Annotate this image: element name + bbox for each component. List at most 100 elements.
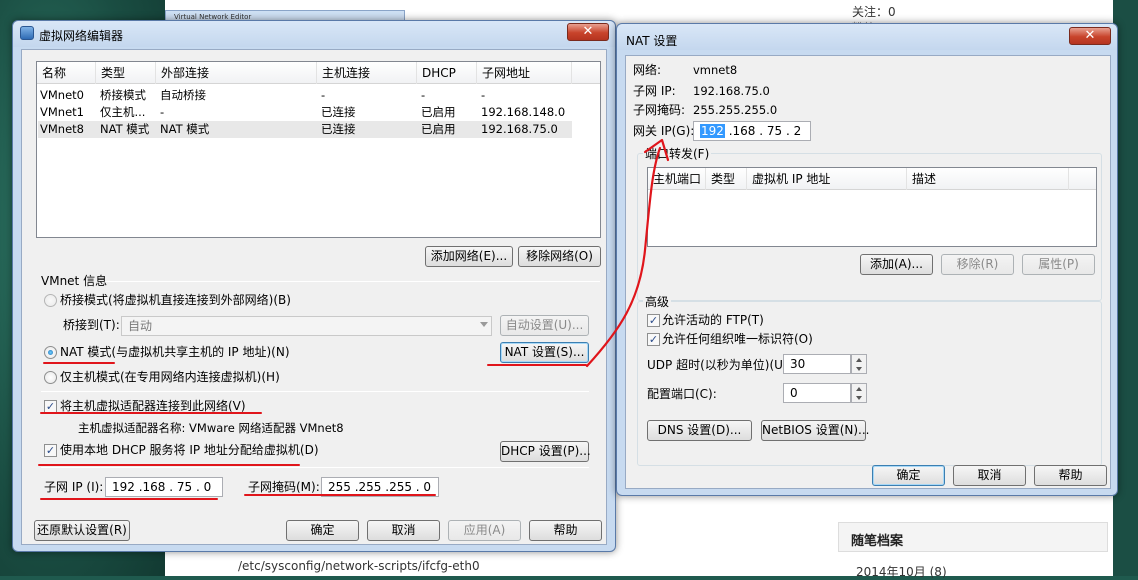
gateway-ip-rest: .168 . 75 . 2 bbox=[724, 124, 802, 138]
vmware-network-icon bbox=[20, 26, 34, 40]
nat-mode-label[interactable]: NAT 模式(与虚拟机共享主机的 IP 地址)(N) bbox=[60, 344, 290, 360]
dns-settings-button[interactable]: DNS 设置(D)... bbox=[647, 420, 752, 441]
auto-settings-button[interactable]: 自动设置(U)... bbox=[500, 315, 589, 336]
pf-add-button[interactable]: 添加(A)... bbox=[860, 254, 933, 275]
col-dhcp[interactable]: DHCP bbox=[417, 62, 477, 84]
vne-titlebar[interactable]: 虚拟网络编辑器 ✕ bbox=[13, 21, 615, 47]
remove-network-button[interactable]: 移除网络(O) bbox=[518, 246, 601, 267]
archive-link[interactable]: 2014年10月 (8) bbox=[856, 563, 947, 580]
annotation-underline-nat-settings bbox=[487, 364, 587, 366]
restore-defaults-button[interactable]: 还原默认设置(R) bbox=[34, 520, 130, 541]
host-only-radio[interactable] bbox=[44, 371, 57, 384]
dhcp-settings-button[interactable]: DHCP 设置(P)... bbox=[500, 441, 591, 462]
archive-box: 随笔档案 bbox=[838, 522, 1108, 552]
advanced-title: 高级 bbox=[643, 294, 672, 310]
table-row[interactable]: VMnet0 桥接模式 自动桥接 - - - bbox=[38, 87, 599, 104]
cell-name: VMnet8 bbox=[40, 122, 84, 136]
gateway-ip-field[interactable]: 192 .168 . 75 . 2 bbox=[693, 121, 811, 141]
nat-subnet-ip-label: 子网 IP: bbox=[633, 84, 676, 98]
use-dhcp-label[interactable]: 使用本地 DHCP 服务将 IP 地址分配给虚拟机(D) bbox=[60, 442, 319, 458]
annotation-underline-nat-mode bbox=[43, 362, 115, 364]
nat-settings-window: NAT 设置 ✕ 网络: vmnet8 子网 IP: 192.168.75.0 … bbox=[616, 23, 1118, 496]
help-button[interactable]: 帮助 bbox=[529, 520, 602, 541]
col-type[interactable]: 类型 bbox=[96, 62, 156, 84]
add-network-button[interactable]: 添加网络(E)... bbox=[425, 246, 513, 267]
col-vm-ip[interactable]: 虚拟机 IP 地址 bbox=[747, 168, 907, 190]
cell-type: 桥接模式 bbox=[100, 88, 146, 102]
vne-close-button[interactable]: ✕ bbox=[567, 23, 609, 41]
table-row[interactable]: VMnet1 仅主机... - 已连接 已启用 192.168.148.0 bbox=[38, 104, 599, 121]
udp-timeout-field[interactable]: 30 bbox=[783, 354, 851, 374]
config-port-field[interactable]: 0 bbox=[783, 383, 851, 403]
cell-subnet: - bbox=[481, 88, 486, 102]
nat-help-button[interactable]: 帮助 bbox=[1034, 465, 1107, 486]
network-list-header: 名称 类型 外部连接 主机连接 DHCP 子网地址 bbox=[37, 62, 600, 84]
bridge-mode-label[interactable]: 桥接模式(将虚拟机直接连接到外部网络)(B) bbox=[60, 292, 291, 308]
nat-close-button[interactable]: ✕ bbox=[1069, 27, 1111, 45]
udp-timeout-label: UDP 超时(以秒为单位)(U): bbox=[647, 358, 792, 372]
cell-dhcp: - bbox=[421, 88, 426, 102]
network-value: vmnet8 bbox=[693, 63, 738, 77]
network-list[interactable]: 名称 类型 外部连接 主机连接 DHCP 子网地址 VMnet0 桥接模式 自动… bbox=[36, 61, 601, 238]
port-forwarding-list[interactable]: 主机端口 类型 虚拟机 IP 地址 描述 bbox=[647, 167, 1097, 247]
cell-name: VMnet1 bbox=[40, 105, 84, 119]
file-path-text: /etc/sysconfig/network-scripts/ifcfg-eth… bbox=[238, 559, 480, 573]
pf-remove-button[interactable]: 移除(R) bbox=[941, 254, 1014, 275]
network-label: 网络: bbox=[633, 63, 662, 77]
cell-subnet: 192.168.148.0 bbox=[481, 105, 566, 119]
cancel-button[interactable]: 取消 bbox=[367, 520, 440, 541]
nat-subnet-mask-value: 255.255.255.0 bbox=[693, 103, 778, 117]
allow-oui-checkbox[interactable]: ✓ bbox=[647, 333, 660, 346]
config-port-spinner[interactable] bbox=[851, 383, 867, 403]
cell-type: 仅主机... bbox=[100, 105, 146, 119]
cell-host: 已连接 bbox=[321, 122, 356, 136]
section-divider bbox=[41, 467, 589, 468]
vmnet-info-title: VMnet 信息 bbox=[41, 274, 108, 288]
table-row-selected[interactable]: VMnet8 NAT 模式 NAT 模式 已连接 已启用 192.168.75.… bbox=[38, 121, 572, 138]
subnet-ip-field[interactable]: 192 .168 . 75 . 0 bbox=[105, 477, 223, 497]
bridge-mode-radio[interactable] bbox=[44, 294, 57, 307]
allow-ftp-checkbox[interactable]: ✓ bbox=[647, 314, 660, 327]
col-name[interactable]: 名称 bbox=[37, 62, 96, 84]
nat-cancel-button[interactable]: 取消 bbox=[953, 465, 1026, 486]
col-pf-type[interactable]: 类型 bbox=[706, 168, 747, 190]
nat-ok-button[interactable]: 确定 bbox=[872, 465, 945, 486]
vmnet-info-divider bbox=[104, 281, 600, 282]
pf-properties-button[interactable]: 属性(P) bbox=[1022, 254, 1095, 275]
bridge-to-label: 桥接到(T): bbox=[63, 318, 120, 332]
config-port-label: 配置端口(C): bbox=[647, 387, 717, 401]
nat-subnet-ip-value: 192.168.75.0 bbox=[693, 84, 770, 98]
port-forwarding-title: 端口转发(F) bbox=[643, 146, 712, 162]
bridge-to-dropdown[interactable]: 自动 bbox=[121, 316, 492, 336]
col-subnet[interactable]: 子网地址 bbox=[477, 62, 572, 84]
nat-titlebar[interactable]: NAT 设置 ✕ bbox=[617, 24, 1117, 50]
cell-external: 自动桥接 bbox=[160, 88, 206, 102]
ok-button[interactable]: 确定 bbox=[286, 520, 359, 541]
udp-timeout-spinner[interactable] bbox=[851, 354, 867, 374]
nat-title: NAT 设置 bbox=[626, 34, 678, 48]
col-host[interactable]: 主机连接 bbox=[317, 62, 417, 84]
col-description[interactable]: 描述 bbox=[907, 168, 1069, 190]
port-forwarding-header: 主机端口 类型 虚拟机 IP 地址 描述 bbox=[648, 168, 1096, 190]
apply-button[interactable]: 应用(A) bbox=[448, 520, 521, 541]
annotation-underline-subnet-ip bbox=[40, 498, 218, 500]
cell-type: NAT 模式 bbox=[100, 122, 150, 136]
allow-oui-label[interactable]: 允许任何组织唯一标识符(O) bbox=[662, 331, 813, 347]
allow-ftp-label[interactable]: 允许活动的 FTP(T) bbox=[662, 312, 764, 328]
col-external[interactable]: 外部连接 bbox=[156, 62, 317, 84]
adapter-name-text: 主机虚拟适配器名称: VMware 网络适配器 VMnet8 bbox=[78, 421, 344, 435]
section-divider bbox=[41, 391, 589, 392]
annotation-underline-subnet-mask bbox=[244, 494, 436, 496]
archive-title: 随笔档案 bbox=[851, 534, 904, 549]
annotation-underline-connect-adapter bbox=[40, 412, 262, 414]
cell-host: - bbox=[321, 88, 326, 102]
vne-client-area: 名称 类型 外部连接 主机连接 DHCP 子网地址 VMnet0 桥接模式 自动… bbox=[21, 49, 607, 545]
nat-settings-button[interactable]: NAT 设置(S)... bbox=[500, 342, 589, 363]
col-host-port[interactable]: 主机端口 bbox=[648, 168, 706, 190]
cell-external: NAT 模式 bbox=[160, 122, 210, 136]
use-dhcp-checkbox[interactable]: ✓ bbox=[44, 444, 57, 457]
host-only-label[interactable]: 仅主机模式(在专用网络内连接虚拟机)(H) bbox=[60, 369, 280, 385]
netbios-settings-button[interactable]: NetBIOS 设置(N)... bbox=[761, 420, 870, 441]
nat-mode-radio[interactable] bbox=[44, 346, 57, 359]
subnet-ip-label: 子网 IP (I): bbox=[44, 480, 104, 494]
